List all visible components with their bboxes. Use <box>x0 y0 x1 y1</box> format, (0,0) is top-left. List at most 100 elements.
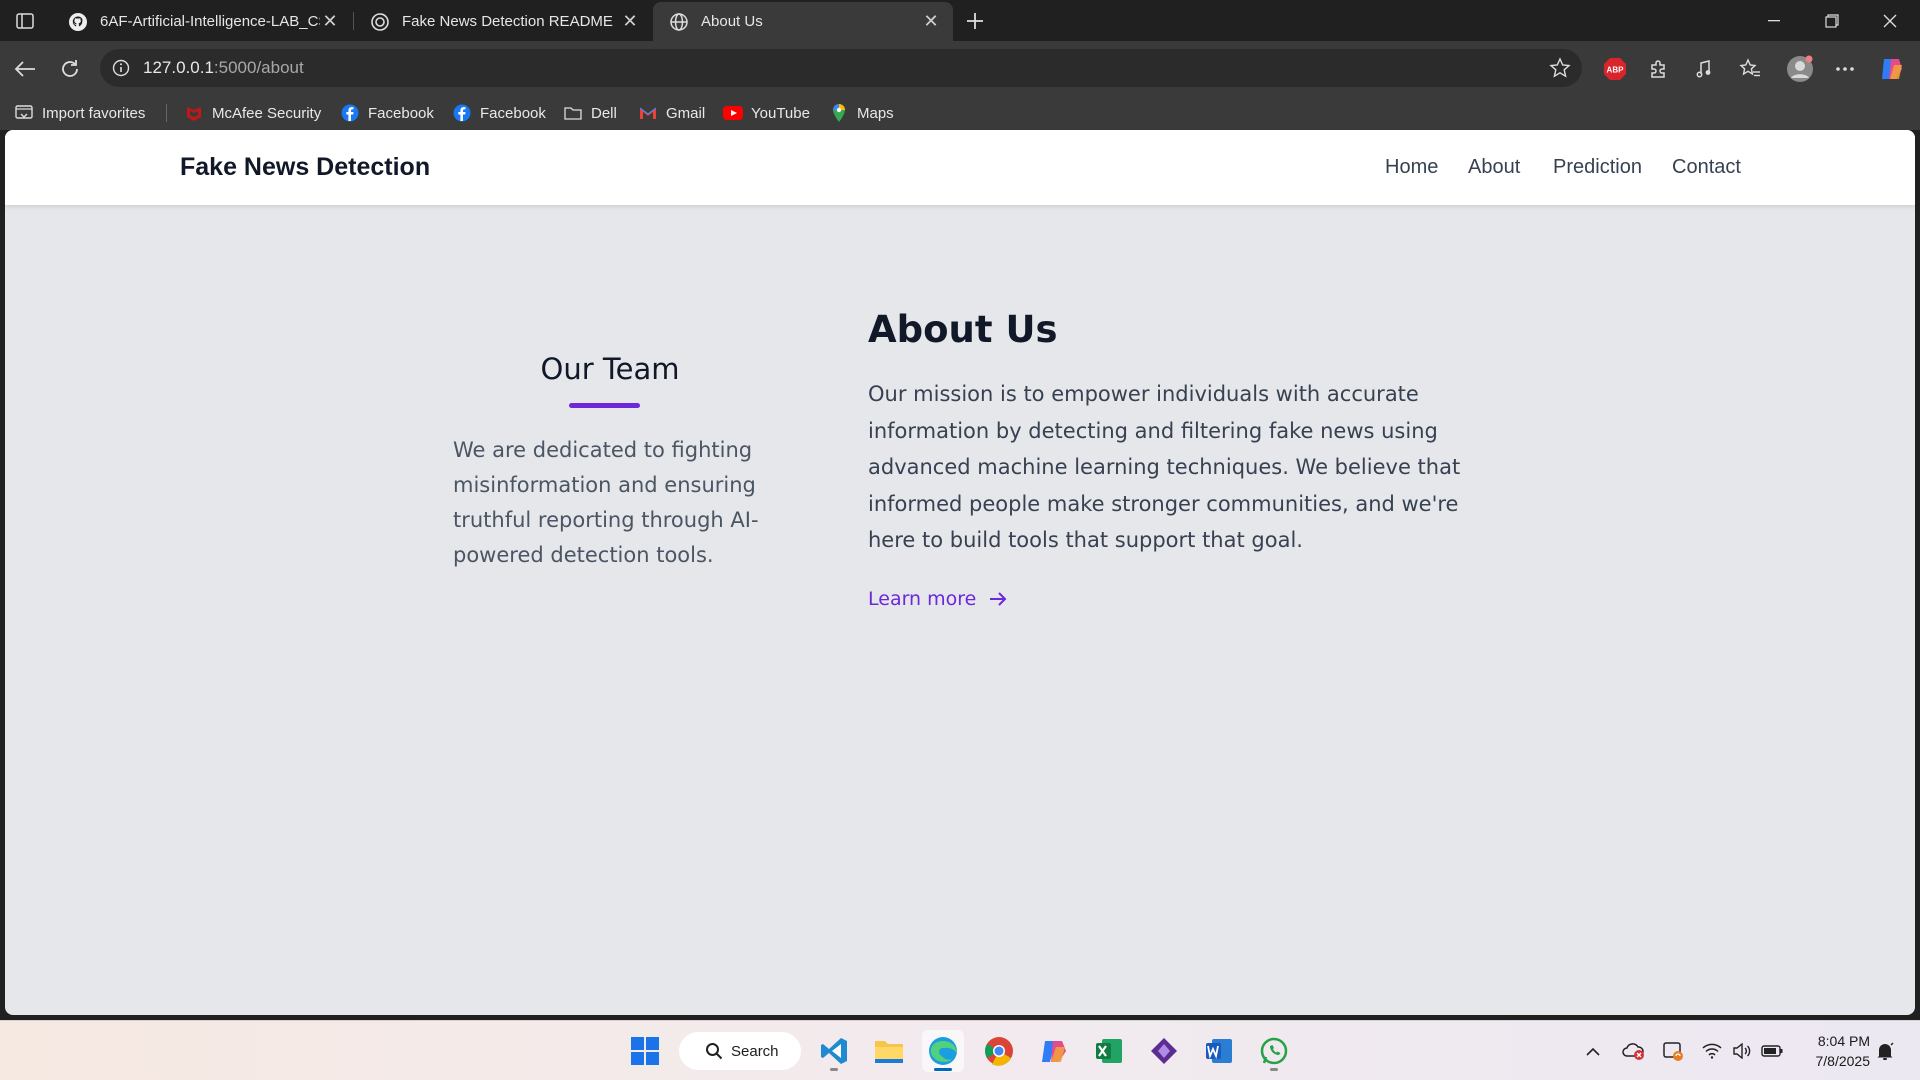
tab-about-us[interactable]: About Us ✕ <box>653 2 953 41</box>
search-label: Search <box>731 1042 779 1060</box>
favorite-gmail[interactable]: Gmail <box>638 101 705 125</box>
media-control-icon[interactable] <box>1690 54 1720 84</box>
clock-date: 7/8/2025 <box>1815 1053 1871 1069</box>
url-path: :5000/about <box>213 58 304 77</box>
close-tab-icon[interactable]: ✕ <box>921 11 941 32</box>
browser-toolbar: 127.0.0.1:5000/about ABP <box>0 41 1920 95</box>
facebook-icon <box>340 103 360 123</box>
info-icon[interactable] <box>110 57 132 79</box>
favorite-star-icon[interactable] <box>1548 56 1572 80</box>
import-icon <box>14 103 34 123</box>
nav-link-home[interactable]: Home <box>1385 156 1438 179</box>
our-team-text: We are dedicated to fighting misinformat… <box>453 438 759 567</box>
favorites-icon[interactable] <box>1735 54 1765 84</box>
fav-label: YouTube <box>751 104 810 122</box>
favorite-facebook[interactable]: Facebook <box>452 101 546 125</box>
visual-studio-diamond-icon[interactable] <box>1143 1030 1185 1072</box>
our-team-heading: Our Team <box>540 352 680 386</box>
copilot-app-icon[interactable] <box>1033 1030 1075 1072</box>
fav-label: McAfee Security <box>212 104 322 122</box>
start-windows-icon[interactable] <box>624 1030 666 1072</box>
page-viewport: Fake News Detection Home About Predictio… <box>5 130 1915 1015</box>
running-indicator <box>830 1068 838 1071</box>
chevron-up-icon[interactable] <box>1581 1039 1605 1063</box>
onedrive-error-icon[interactable] <box>1622 1039 1646 1063</box>
favorites-separator <box>166 104 167 122</box>
fav-label: Facebook <box>368 104 434 122</box>
nav-link-prediction[interactable]: Prediction <box>1553 156 1642 179</box>
address-bar[interactable]: 127.0.0.1:5000/about <box>100 49 1582 87</box>
tab-readme[interactable]: Fake News Detection README ✕ <box>354 2 652 41</box>
gmail-icon <box>638 103 658 123</box>
extensions-icon[interactable] <box>1644 54 1674 84</box>
github-icon <box>68 12 88 32</box>
search-icon <box>705 1042 723 1060</box>
globe-icon <box>669 12 689 32</box>
refresh-icon[interactable] <box>53 52 87 86</box>
favorite-facebook[interactable]: Facebook <box>340 101 434 125</box>
svg-text:ABP: ABP <box>1607 66 1625 75</box>
taskbar-search[interactable]: Search <box>679 1032 801 1070</box>
fav-label: Gmail <box>666 104 706 122</box>
import-favorites-link[interactable]: Import favorites <box>14 101 145 125</box>
copilot-icon[interactable] <box>1877 54 1907 84</box>
tab-title: 6AF-Artificial-Intelligence-LAB_CS <box>100 13 320 30</box>
heading-underline <box>569 403 640 408</box>
sync-icon[interactable] <box>1661 1039 1685 1063</box>
new-tab-icon[interactable] <box>960 6 990 36</box>
running-indicator <box>1270 1068 1278 1071</box>
mcafee-icon <box>184 103 204 123</box>
openai-icon <box>370 12 390 32</box>
fav-label: Dell <box>591 104 617 122</box>
adblock-plus-icon[interactable]: ABP <box>1600 54 1630 84</box>
site-brand[interactable]: Fake News Detection <box>180 153 430 182</box>
url-host: 127.0.0.1 <box>143 58 214 77</box>
system-clock[interactable]: 8:04 PM 7/8/2025 <box>1800 1031 1871 1071</box>
favorite-youtube[interactable]: YouTube <box>723 101 810 125</box>
favorites-bar: Import favorites McAfee Security Faceboo… <box>0 95 1920 130</box>
fav-label: Maps <box>857 104 894 122</box>
site-navbar: Fake News Detection Home About Predictio… <box>5 130 1915 205</box>
fav-label: Import favorites <box>42 104 146 122</box>
favorite-mcafee[interactable]: McAfee Security <box>184 101 321 125</box>
windows-taskbar: Search 8:04 PM 7/8/2025 <box>0 1020 1920 1080</box>
facebook-icon <box>452 103 472 123</box>
volume-icon[interactable] <box>1730 1039 1754 1063</box>
back-arrow-icon[interactable] <box>8 52 42 86</box>
excel-icon[interactable] <box>1088 1030 1130 1072</box>
close-tab-icon[interactable]: ✕ <box>620 11 640 32</box>
whatsapp-icon[interactable] <box>1253 1030 1295 1072</box>
more-options-icon[interactable] <box>1830 54 1860 84</box>
close-tab-icon[interactable]: ✕ <box>320 11 340 32</box>
folder-icon <box>563 103 583 123</box>
nav-link-contact[interactable]: Contact <box>1672 156 1741 179</box>
wifi-icon[interactable] <box>1700 1039 1724 1063</box>
favorite-dell-folder[interactable]: Dell <box>563 101 617 125</box>
favorite-maps[interactable]: Maps <box>829 101 894 125</box>
chrome-icon[interactable] <box>978 1030 1020 1072</box>
restore-icon[interactable] <box>1803 0 1861 41</box>
tab-title: About Us <box>701 13 763 30</box>
battery-icon[interactable] <box>1760 1039 1784 1063</box>
url-text: 127.0.0.1:5000/about <box>143 58 304 78</box>
youtube-icon <box>723 103 743 123</box>
clock-time: 8:04 PM <box>1817 1033 1870 1049</box>
edge-icon[interactable] <box>922 1030 964 1072</box>
tab-github[interactable]: 6AF-Artificial-Intelligence-LAB_CS ✕ <box>52 2 352 41</box>
maps-pin-icon <box>829 103 849 123</box>
word-icon[interactable] <box>1198 1030 1240 1072</box>
tab-actions-icon[interactable] <box>10 8 40 34</box>
about-us-text: Our mission is to empower individuals wi… <box>868 382 1461 552</box>
fav-label: Facebook <box>480 104 546 122</box>
about-us-heading: About Us <box>868 308 1058 351</box>
file-explorer-icon[interactable] <box>868 1030 910 1072</box>
vscode-icon[interactable] <box>813 1030 855 1072</box>
learn-more-link[interactable]: Learn more <box>868 588 1008 610</box>
minimize-icon[interactable] <box>1745 0 1803 41</box>
nav-link-about[interactable]: About <box>1468 156 1520 179</box>
close-window-icon[interactable] <box>1861 0 1919 41</box>
notification-bell-icon[interactable] <box>1873 1039 1897 1063</box>
tab-title: Fake News Detection README <box>402 13 613 30</box>
active-indicator <box>934 1068 952 1071</box>
profile-avatar[interactable] <box>1785 54 1815 84</box>
